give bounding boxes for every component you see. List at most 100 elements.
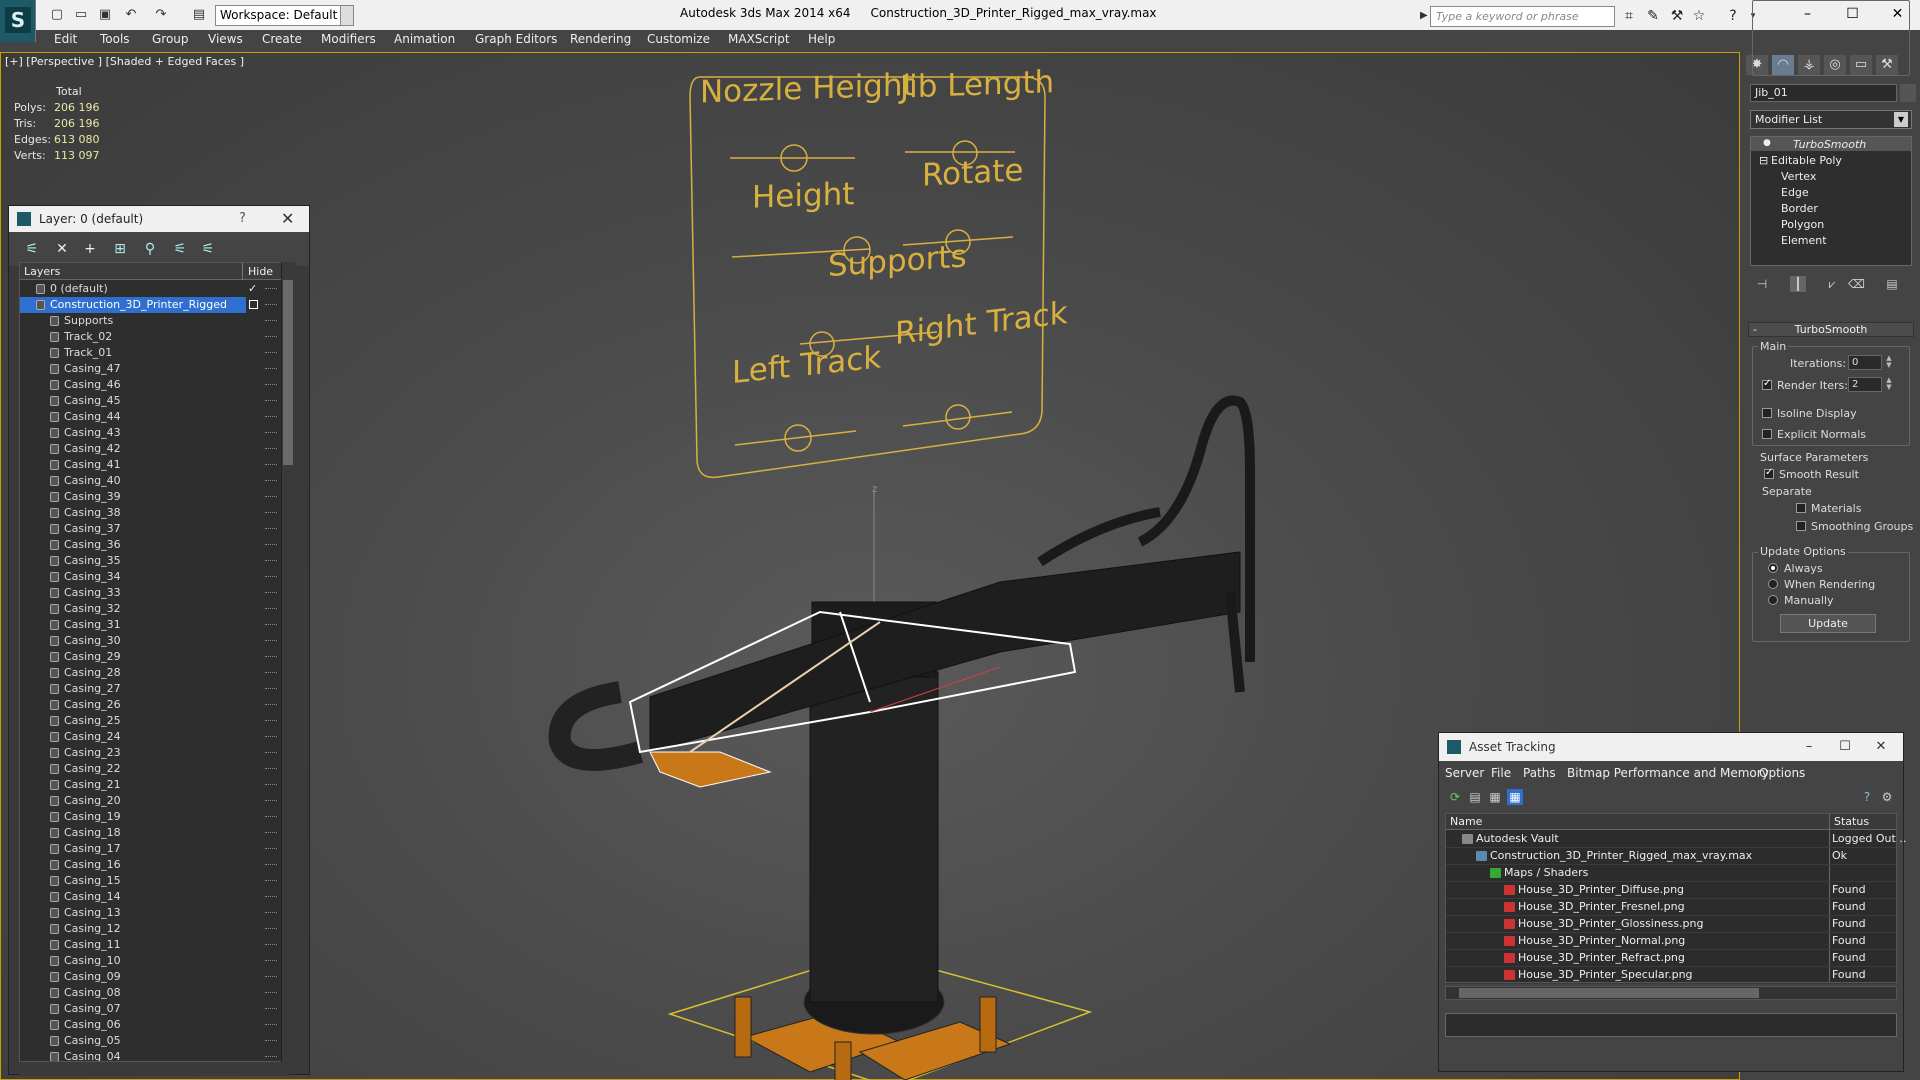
app-logo-button[interactable]: S (0, 0, 36, 42)
hide-toggle[interactable] (265, 496, 277, 498)
hide-toggle[interactable] (265, 1040, 277, 1042)
column-divider[interactable] (242, 263, 243, 280)
viewport-label[interactable]: [+] [Perspective ] [Shaded + Edged Faces… (5, 55, 244, 68)
layer-checkbox-icon[interactable] (249, 300, 258, 309)
hide-toggle[interactable] (265, 288, 277, 290)
stack-item-editable-poly[interactable]: Editable Poly (1771, 154, 1842, 167)
remove-modifier-icon[interactable]: ⌫ (1848, 276, 1865, 292)
menu-options[interactable]: Options (1759, 766, 1805, 780)
horizontal-scrollbar[interactable] (19, 1063, 289, 1076)
close-icon[interactable]: ✕ (281, 206, 301, 232)
hide-toggle[interactable] (265, 528, 277, 530)
layer-row[interactable]: Casing_38 (20, 505, 277, 521)
layer-row[interactable]: 0 (default) ✓ (20, 281, 277, 297)
menu-bitmap-performance[interactable]: Bitmap Performance and Memory (1567, 766, 1769, 780)
expand-icon[interactable]: ⊟ (1759, 154, 1768, 167)
maximize-icon[interactable]: ☐ (1827, 733, 1863, 761)
layer-row[interactable]: Casing_47 (20, 361, 277, 377)
update-button[interactable]: Update (1780, 614, 1876, 633)
layer-row[interactable]: Casing_06 (20, 1017, 277, 1033)
layer-row[interactable]: Track_01 (20, 345, 277, 361)
play-icon[interactable]: ▶ (1420, 7, 1430, 25)
subscription-icon[interactable]: ✎ (1644, 7, 1662, 25)
menu-file[interactable]: File (1491, 766, 1511, 780)
asset-row[interactable]: House_3D_Printer_Refract.png Found (1446, 950, 1896, 967)
hide-toggle[interactable] (265, 304, 277, 306)
layer-dialog-title[interactable]: Layer: 0 (default) (9, 206, 309, 232)
add-to-layer-icon[interactable]: ⊞ (111, 240, 129, 258)
help-button[interactable]: ? (239, 206, 259, 232)
refresh-icon[interactable]: ⟳ (1447, 789, 1463, 805)
layer-row[interactable]: Casing_32 (20, 601, 277, 617)
favorites-star-icon[interactable]: ☆ (1690, 7, 1708, 25)
search-input[interactable]: Type a keyword or phrase (1430, 6, 1615, 27)
object-name-field[interactable]: Jib_01 (1750, 84, 1897, 102)
layer-row[interactable]: Casing_13 (20, 905, 277, 921)
show-end-result-icon[interactable]: ┃ (1790, 276, 1806, 292)
layer-row[interactable]: Casing_22 (20, 761, 277, 777)
hide-toggle[interactable] (265, 384, 277, 386)
hide-toggle[interactable] (265, 1056, 277, 1058)
hide-toggle[interactable] (265, 944, 277, 946)
layer-list[interactable]: Layers Hide 0 (default) ✓ Construction_3D_… (19, 262, 289, 1062)
layer-row[interactable]: Casing_23 (20, 745, 277, 761)
layer-row[interactable]: Casing_10 (20, 953, 277, 969)
layer-row[interactable]: Casing_36 (20, 537, 277, 553)
hide-toggle[interactable] (265, 704, 277, 706)
hide-toggle[interactable] (265, 400, 277, 402)
layer-row[interactable]: Casing_14 (20, 889, 277, 905)
hide-toggle[interactable] (265, 736, 277, 738)
layer-row[interactable]: Construction_3D_Printer_Rigged (20, 297, 277, 313)
hide-toggle[interactable] (265, 752, 277, 754)
help-icon[interactable]: ? (1859, 789, 1875, 805)
hide-toggle[interactable] (265, 976, 277, 978)
update-when-rendering-radio[interactable] (1768, 579, 1778, 589)
column-header-status[interactable]: Status (1834, 815, 1869, 828)
modifier-stack[interactable]: ● TurboSmooth ⊟ Editable Poly Vertex Edg… (1750, 136, 1912, 266)
hide-toggle[interactable] (265, 768, 277, 770)
update-always-radio[interactable] (1768, 563, 1778, 573)
column-header-name[interactable]: Name (1450, 815, 1482, 828)
hide-toggle[interactable] (265, 336, 277, 338)
layer-row[interactable]: Casing_35 (20, 553, 277, 569)
scrollbar-thumb[interactable] (283, 280, 293, 465)
menu-help[interactable]: Help (808, 32, 835, 46)
hide-toggle[interactable] (265, 592, 277, 594)
column-header-hide[interactable]: Hide (248, 265, 273, 278)
turbosmooth-rollout-header[interactable]: - TurboSmooth (1748, 322, 1914, 337)
chevron-down-icon[interactable]: ▼ (340, 5, 354, 26)
hide-toggle[interactable] (265, 688, 277, 690)
chevron-down-icon[interactable]: ▼ (1894, 112, 1908, 127)
layer-row[interactable]: Casing_28 (20, 665, 277, 681)
stack-item-polygon[interactable]: Polygon (1781, 218, 1824, 231)
help-icon[interactable]: ? (1724, 7, 1742, 25)
hide-toggle[interactable] (265, 608, 277, 610)
isoline-display-checkbox[interactable] (1762, 408, 1772, 418)
modifier-list-dropdown[interactable]: Modifier List (1750, 110, 1912, 129)
layer-row[interactable]: Casing_24 (20, 729, 277, 745)
hide-toggle[interactable] (265, 352, 277, 354)
hide-all-layers-icon[interactable]: ⚟ (199, 240, 217, 258)
layer-row[interactable]: Casing_07 (20, 1001, 277, 1017)
make-unique-icon[interactable]: ⩗ (1824, 276, 1840, 292)
object-color-swatch[interactable] (1900, 84, 1916, 102)
layer-row[interactable]: Casing_46 (20, 377, 277, 393)
open-file-icon[interactable]: ▭ (72, 6, 90, 24)
stack-item-edge[interactable]: Edge (1781, 186, 1809, 199)
stack-item-vertex[interactable]: Vertex (1781, 170, 1816, 183)
hide-toggle[interactable] (265, 368, 277, 370)
table-view-icon[interactable]: ▦ (1507, 789, 1523, 805)
layer-row[interactable]: Casing_29 (20, 649, 277, 665)
scrollbar-thumb[interactable] (1459, 988, 1759, 998)
workspace-dropdown[interactable]: Workspace: Default (215, 5, 350, 26)
project-folder-icon[interactable]: ▤ (190, 6, 208, 24)
select-layer-objects-icon[interactable]: ⚲ (141, 240, 159, 258)
layer-row[interactable]: Casing_43 (20, 425, 277, 441)
menu-views[interactable]: Views (208, 32, 243, 46)
active-layer-check-icon[interactable]: ✓ (248, 281, 257, 297)
menu-create[interactable]: Create (262, 32, 302, 46)
layer-row[interactable]: Casing_41 (20, 457, 277, 473)
hide-toggle[interactable] (265, 784, 277, 786)
hide-toggle[interactable] (265, 448, 277, 450)
update-manually-radio[interactable] (1768, 595, 1778, 605)
